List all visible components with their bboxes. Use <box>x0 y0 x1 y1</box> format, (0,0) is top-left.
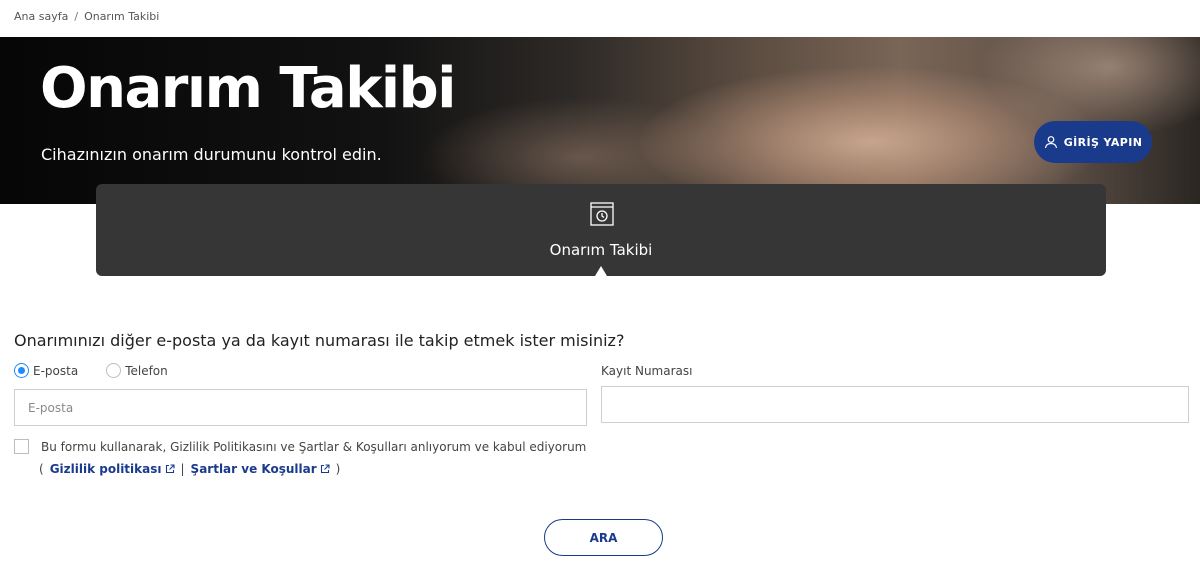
page-title: Onarım Takibi <box>40 56 456 121</box>
contact-type-radio-group: E-posta Telefon <box>14 363 168 378</box>
hero-banner: Onarım Takibi Cihazınızın onarım durumun… <box>0 37 1200 204</box>
consent-text: Bu formu kullanarak, Gizlilik Politikası… <box>41 440 587 454</box>
login-button[interactable]: GİRİŞ YAPIN <box>1034 121 1152 163</box>
close-paren: ) <box>335 462 341 476</box>
radio-email[interactable]: E-posta <box>14 363 78 378</box>
terms-label: Şartlar ve Koşullar <box>190 462 317 476</box>
privacy-policy-label: Gizlilik politikası <box>49 462 162 476</box>
external-link-icon <box>320 464 330 474</box>
breadcrumb-home-link[interactable]: Ana sayfa <box>14 10 68 23</box>
breadcrumb-separator: / <box>74 10 79 23</box>
active-tab-indicator <box>595 266 607 276</box>
registration-number-input[interactable] <box>601 386 1189 423</box>
radio-phone[interactable]: Telefon <box>106 363 168 378</box>
breadcrumb-current: Onarım Takibi <box>84 10 160 23</box>
radio-phone-button[interactable] <box>106 363 122 378</box>
tab-repair-tracking[interactable]: Onarım Takibi <box>96 184 1106 276</box>
page-subtitle: Cihazınızın onarım durumunu kontrol edin… <box>41 145 382 164</box>
breadcrumb: Ana sayfa / Onarım Takibi <box>14 10 159 23</box>
email-input[interactable] <box>14 389 587 426</box>
form-question: Onarımınızı diğer e-posta ya da kayıt nu… <box>14 331 625 350</box>
external-link-icon <box>165 464 175 474</box>
open-paren: ( <box>39 462 44 476</box>
terms-link[interactable]: Şartlar ve Koşullar <box>191 462 330 476</box>
link-divider: | <box>180 462 185 476</box>
radio-email-button[interactable] <box>14 363 29 378</box>
privacy-policy-link[interactable]: Gizlilik politikası <box>50 462 175 476</box>
tab-label: Onarım Takibi <box>549 241 653 259</box>
search-button[interactable]: ARA <box>544 519 663 556</box>
consent-checkbox[interactable] <box>14 439 29 454</box>
login-button-label: GİRİŞ YAPIN <box>1063 135 1143 149</box>
service-tabs: Onarım Takibi <box>96 184 1106 276</box>
radio-phone-label: Telefon <box>125 363 168 378</box>
repair-tracking-icon <box>590 202 614 226</box>
policy-links: ( Gizlilik politikası | Şartlar ve Koşul… <box>39 462 340 476</box>
radio-email-label: E-posta <box>33 363 79 378</box>
registration-number-label: Kayıt Numarası <box>601 364 693 378</box>
user-icon <box>1044 136 1057 149</box>
